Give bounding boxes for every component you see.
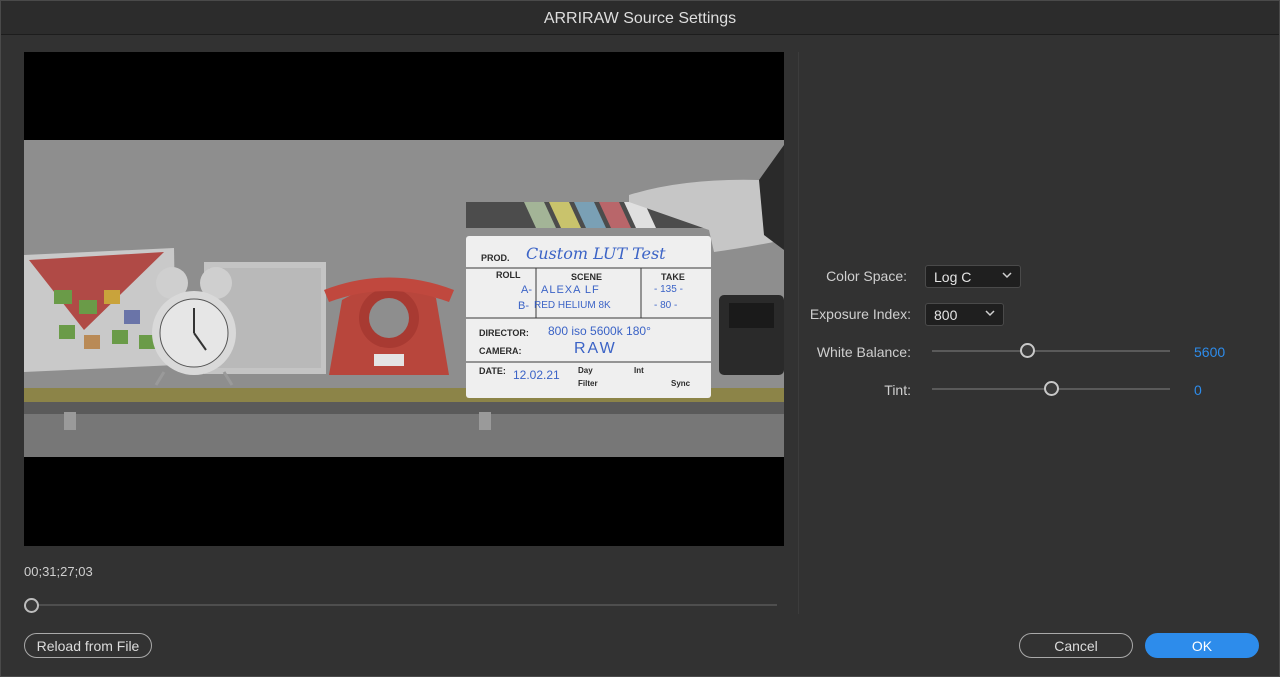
- exposure-index-label: Exposure Index:: [809, 306, 911, 322]
- cancel-button[interactable]: Cancel: [1019, 633, 1133, 658]
- video-frame: PROD. Custom LUT Test ROLL SCENE TAKE A-…: [24, 140, 784, 457]
- white-balance-slider-handle[interactable]: [1019, 343, 1035, 358]
- slate-date-value: 12.02.21: [513, 368, 560, 382]
- slate-text: PROD. Custom LUT Test ROLL SCENE TAKE A-…: [466, 236, 711, 398]
- tint-slider-handle[interactable]: [1043, 381, 1059, 396]
- color-space-label: Color Space:: [826, 268, 907, 284]
- chevron-down-icon: [985, 310, 995, 317]
- timeline-scrubber-track[interactable]: [31, 604, 777, 606]
- exposure-index-value: 800: [934, 307, 958, 323]
- source-settings-dialog: ARRIRAW Source Settings PROD. Custom LUT…: [0, 0, 1280, 677]
- ok-button[interactable]: OK: [1145, 633, 1259, 658]
- timeline-scrubber-handle[interactable]: [24, 598, 39, 613]
- video-preview: PROD. Custom LUT Test ROLL SCENE TAKE A-…: [24, 52, 784, 546]
- color-space-value: Log C: [934, 269, 972, 285]
- slate-sync-label: Sync: [671, 379, 691, 388]
- slate-roll-b: B-: [518, 300, 529, 312]
- slate-roll-a: A-: [521, 284, 532, 296]
- reload-from-file-button[interactable]: Reload from File: [24, 633, 152, 658]
- slate-roll-label: ROLL: [496, 270, 521, 280]
- white-balance-slider-track[interactable]: [932, 350, 1170, 352]
- slate-scene-label: SCENE: [571, 272, 603, 282]
- slate-scene-a: ALEXA LF: [541, 284, 600, 296]
- color-space-dropdown[interactable]: Log C: [925, 265, 1021, 288]
- red-telephone: [324, 277, 454, 375]
- slate-int-label: Int: [634, 366, 644, 375]
- slate-prod-label: PROD.: [481, 253, 510, 263]
- slate-date-label: DATE:: [479, 366, 506, 376]
- slate-take-label: TAKE: [661, 272, 685, 282]
- slate-camera-label: CAMERA:: [479, 346, 522, 356]
- title-bar: ARRIRAW Source Settings: [1, 1, 1279, 35]
- slate-prod-value: Custom LUT Test: [526, 244, 666, 263]
- slate-director-value: 800 iso 5600k 180°: [548, 324, 651, 338]
- slate-scene-b: RED HELIUM 8K: [534, 300, 611, 311]
- panel-divider: [798, 52, 799, 614]
- white-balance-value[interactable]: 5600: [1194, 344, 1225, 360]
- tint-label: Tint:: [884, 382, 911, 398]
- slate-director-label: DIRECTOR:: [479, 328, 529, 338]
- slate-camera-value: RAW: [574, 340, 617, 357]
- chevron-down-icon: [1002, 272, 1012, 279]
- slate-day-label: Day: [578, 366, 593, 375]
- timecode-display: 00;31;27;03: [24, 564, 93, 579]
- dialog-title: ARRIRAW Source Settings: [543, 10, 737, 27]
- slate-filter-label: Filter: [578, 379, 598, 388]
- white-balance-label: White Balance:: [816, 344, 911, 360]
- exposure-index-dropdown[interactable]: 800: [925, 303, 1004, 326]
- tint-value[interactable]: 0: [1194, 382, 1202, 398]
- slate-take-a: - 135 -: [654, 284, 683, 295]
- slate-take-b: - 80 -: [654, 300, 678, 311]
